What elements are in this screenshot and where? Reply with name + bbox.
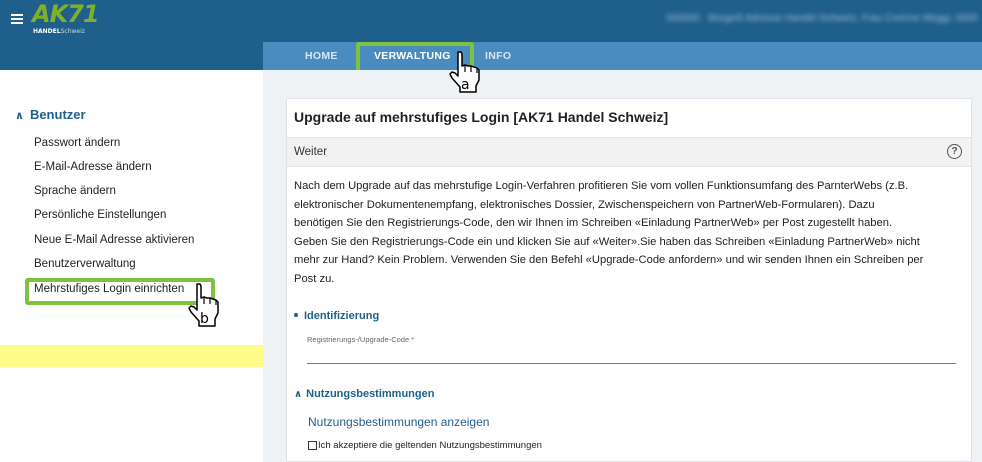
sidebar-section-benutzer[interactable]: ∧ Benutzer — [15, 107, 86, 122]
hand-cursor-icon: b — [188, 283, 219, 327]
intro-line: Nach dem Upgrade auf das mehrstufige Log… — [294, 180, 909, 192]
bullet-icon — [294, 313, 298, 318]
cursor-label-a: a — [461, 77, 470, 93]
hand-cursor-icon: a — [449, 51, 480, 93]
logo-main: AK71 — [32, 0, 100, 28]
user-info: 000000 · Bürgerli Adresse Handel Schweiz… — [666, 13, 978, 24]
sidebar-item-email-aktivieren[interactable]: Neue E-Mail Adresse aktivieren — [34, 234, 194, 246]
section-identifizierung: Identifizierung — [294, 310, 379, 322]
nav-left-strip — [0, 42, 263, 70]
section-nutzungsbestimmungen[interactable]: ∧ Nutzungsbestimmungen — [294, 388, 434, 400]
sidebar-item-sprache[interactable]: Sprache ändern — [34, 185, 116, 197]
subheader-label: Weiter — [294, 146, 328, 158]
intro-line: Post zu. — [294, 272, 335, 285]
hamburger-menu-icon[interactable] — [11, 14, 23, 24]
sidebar-item-email[interactable]: E-Mail-Adresse ändern — [34, 161, 152, 173]
terms-checkbox[interactable] — [308, 441, 317, 450]
logo-subtitle: HANDELSchweiz — [33, 28, 85, 35]
intro-line: benötigen Sie den Registrierungs-Code, d… — [294, 217, 893, 230]
intro-text: Nach dem Upgrade auf das mehrstufige Log… — [294, 177, 959, 289]
registration-code-input[interactable] — [307, 363, 956, 364]
intro-line: mehr zur Hand? Kein Problem. Verwenden S… — [294, 254, 924, 267]
chevron-up-icon: ∧ — [294, 389, 303, 400]
sidebar: ∧ Benutzer Passwort ändern E-Mail-Adresse… — [0, 70, 263, 462]
app-header: AK71 HANDELSchweiz 000000 · Bürgerli Adr… — [0, 0, 982, 42]
terms-checkbox-label: Ich akzeptiere die geltenden Nutzungsbes… — [318, 440, 542, 451]
cursor-label-b: b — [200, 311, 209, 327]
chevron-up-icon: ∧ — [15, 110, 24, 122]
page-title: Upgrade auf mehrstufiges Login [AK71 Han… — [294, 109, 669, 125]
tab-home[interactable]: HOME — [305, 42, 338, 70]
sidebar-item-benutzerverwaltung[interactable]: Benutzerverwaltung — [34, 258, 136, 270]
intro-line: Geben Sie den Registrierungs-Code ein un… — [294, 235, 920, 248]
sidebar-item-passwort[interactable]: Passwort ändern — [34, 137, 120, 149]
help-icon[interactable]: ? — [947, 144, 962, 159]
upgrade-panel: Upgrade auf mehrstufiges Login [AK71 Han… — [286, 98, 972, 462]
registration-code-label: Registrierungs-/Upgrade-Code * — [307, 335, 415, 344]
terms-link[interactable]: Nutzungsbestimmungen anzeigen — [308, 415, 489, 429]
terms-checkbox-row[interactable]: Ich akzeptiere die geltenden Nutzungsbes… — [308, 440, 542, 451]
sidebar-item-einstellungen[interactable]: Persönliche Einstellungen — [34, 209, 166, 221]
sidebar-active-background — [0, 345, 263, 367]
intro-line: elektronischer Dokumentenempfang, elektr… — [294, 198, 875, 211]
panel-subheader: Weiter ? — [287, 137, 971, 167]
logo[interactable]: AK71 HANDELSchweiz — [30, 0, 100, 38]
tab-info[interactable]: INFO — [485, 42, 511, 70]
